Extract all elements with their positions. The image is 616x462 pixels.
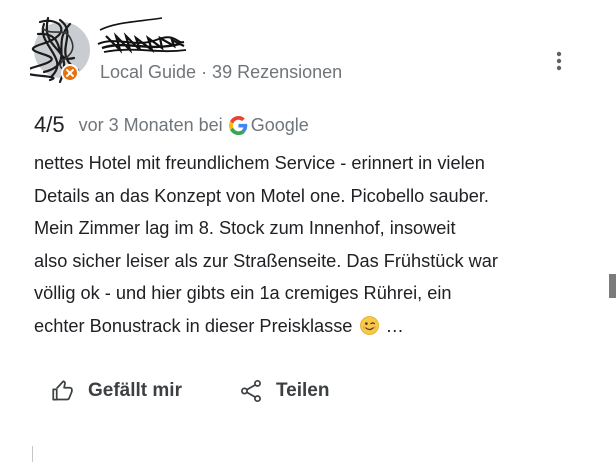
scrollbar-thumb[interactable] xyxy=(609,274,616,298)
rating-score: 4/5 xyxy=(34,112,65,137)
review-source: Google xyxy=(250,114,309,135)
thread-divider xyxy=(32,446,33,462)
review-text: nettes Hotel mit freundlichem Service - … xyxy=(34,147,584,342)
review-line: Details an das Konzept von Motel one. Pi… xyxy=(34,185,489,206)
read-more-ellipsis[interactable]: … xyxy=(386,316,404,336)
review-line: nettes Hotel mit freundlichem Service - … xyxy=(34,153,485,173)
review-card: Local Guide · 39 Rezensionen 4/5 vor 3 M… xyxy=(0,0,616,462)
reviewer-meta: Local Guide · 39 Rezensionen xyxy=(100,62,343,82)
reviewer-name-redacted xyxy=(97,17,187,54)
review-actions: Gefällt mir Teilen xyxy=(50,378,329,404)
share-icon xyxy=(241,379,261,403)
review-line: echter Bonustrack in dieser Preisklasse xyxy=(34,315,353,336)
review-line: völlig ok - und hier gibts ein 1a cremig… xyxy=(34,283,452,303)
share-button[interactable]: Teilen xyxy=(238,378,330,404)
review-time: vor 3 Monaten bei xyxy=(78,114,223,135)
review-line: also sicher leiser als zur Straßenseite.… xyxy=(34,250,498,271)
like-label: Gefällt mir xyxy=(88,380,182,401)
review-line-last: echter Bonustrack in dieser Preisklasse … xyxy=(34,310,584,343)
like-button[interactable]: Gefällt mir xyxy=(50,378,182,404)
google-g-icon xyxy=(228,115,248,135)
review-line: Mein Zimmer lag im 8. Stock zum Innenhof… xyxy=(34,218,456,238)
winking-face-emoji xyxy=(359,315,379,335)
share-label: Teilen xyxy=(275,380,330,401)
more-options-button[interactable] xyxy=(548,48,570,74)
thumbs-up-icon xyxy=(52,380,73,401)
rating-row: 4/5 vor 3 Monaten bei Google xyxy=(34,112,309,138)
local-guide-badge-icon xyxy=(61,64,79,82)
more-vertical-icon xyxy=(556,51,562,71)
